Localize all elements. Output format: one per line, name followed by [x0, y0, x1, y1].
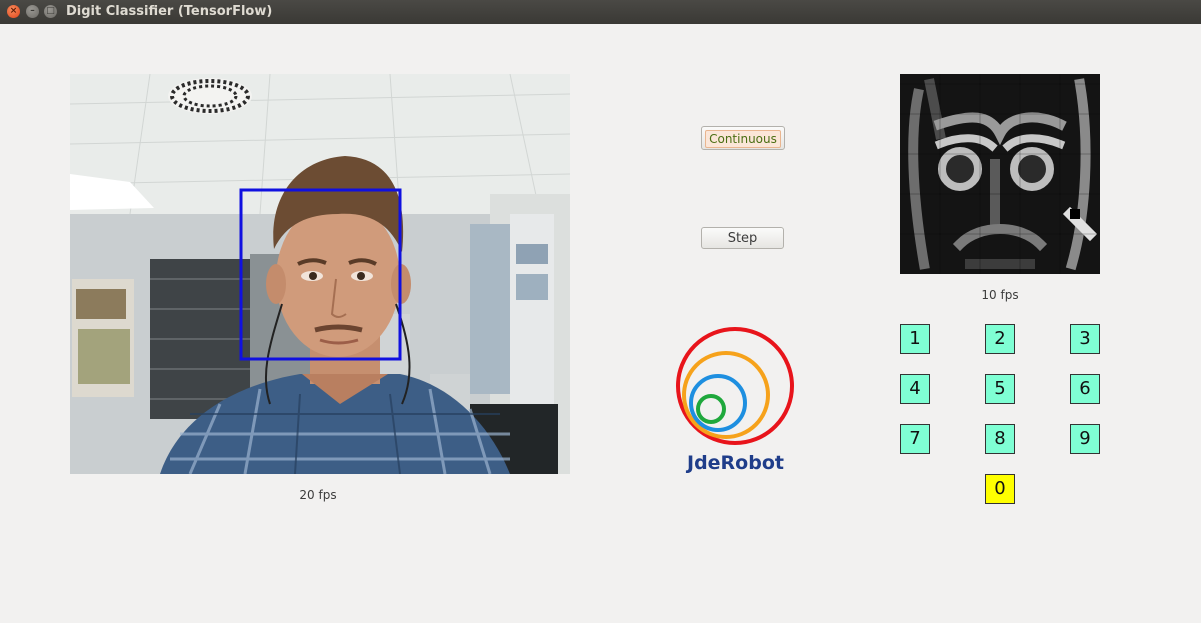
digit-key-4: 4 [900, 374, 930, 404]
svg-text:JdeRobot: JdeRobot [685, 452, 784, 473]
digit-key-0: 0 [985, 474, 1015, 504]
digit-fps-label: 10 fps [981, 288, 1019, 302]
processed-digit-pixels [900, 74, 1100, 274]
digit-key-1: 1 [900, 324, 930, 354]
step-button[interactable]: Step [701, 227, 784, 249]
digit-key-2: 2 [985, 324, 1015, 354]
continuous-button-label: Continuous [705, 130, 781, 148]
continuous-button[interactable]: Continuous [701, 126, 785, 150]
title-bar: × – □ Digit Classifier (TensorFlow) [0, 0, 1201, 24]
close-window-button[interactable]: × [7, 5, 20, 18]
camera-fps-label: 20 fps [299, 488, 337, 502]
camera-frame-image [70, 74, 570, 474]
jderobot-logo-image: JdeRobot [676, 327, 794, 474]
minimize-window-button[interactable]: – [26, 5, 39, 18]
processed-digit-image [900, 74, 1100, 274]
window-title: Digit Classifier (TensorFlow) [66, 4, 273, 19]
digit-key-9: 9 [1070, 424, 1100, 454]
maximize-window-button[interactable]: □ [44, 5, 57, 18]
digit-key-3: 3 [1070, 324, 1100, 354]
camera-feed [70, 74, 570, 474]
digit-key-5: 5 [985, 374, 1015, 404]
digit-key-6: 6 [1070, 374, 1100, 404]
digit-key-7: 7 [900, 424, 930, 454]
jderobot-logo: JdeRobot [672, 323, 800, 474]
digit-key-8: 8 [985, 424, 1015, 454]
